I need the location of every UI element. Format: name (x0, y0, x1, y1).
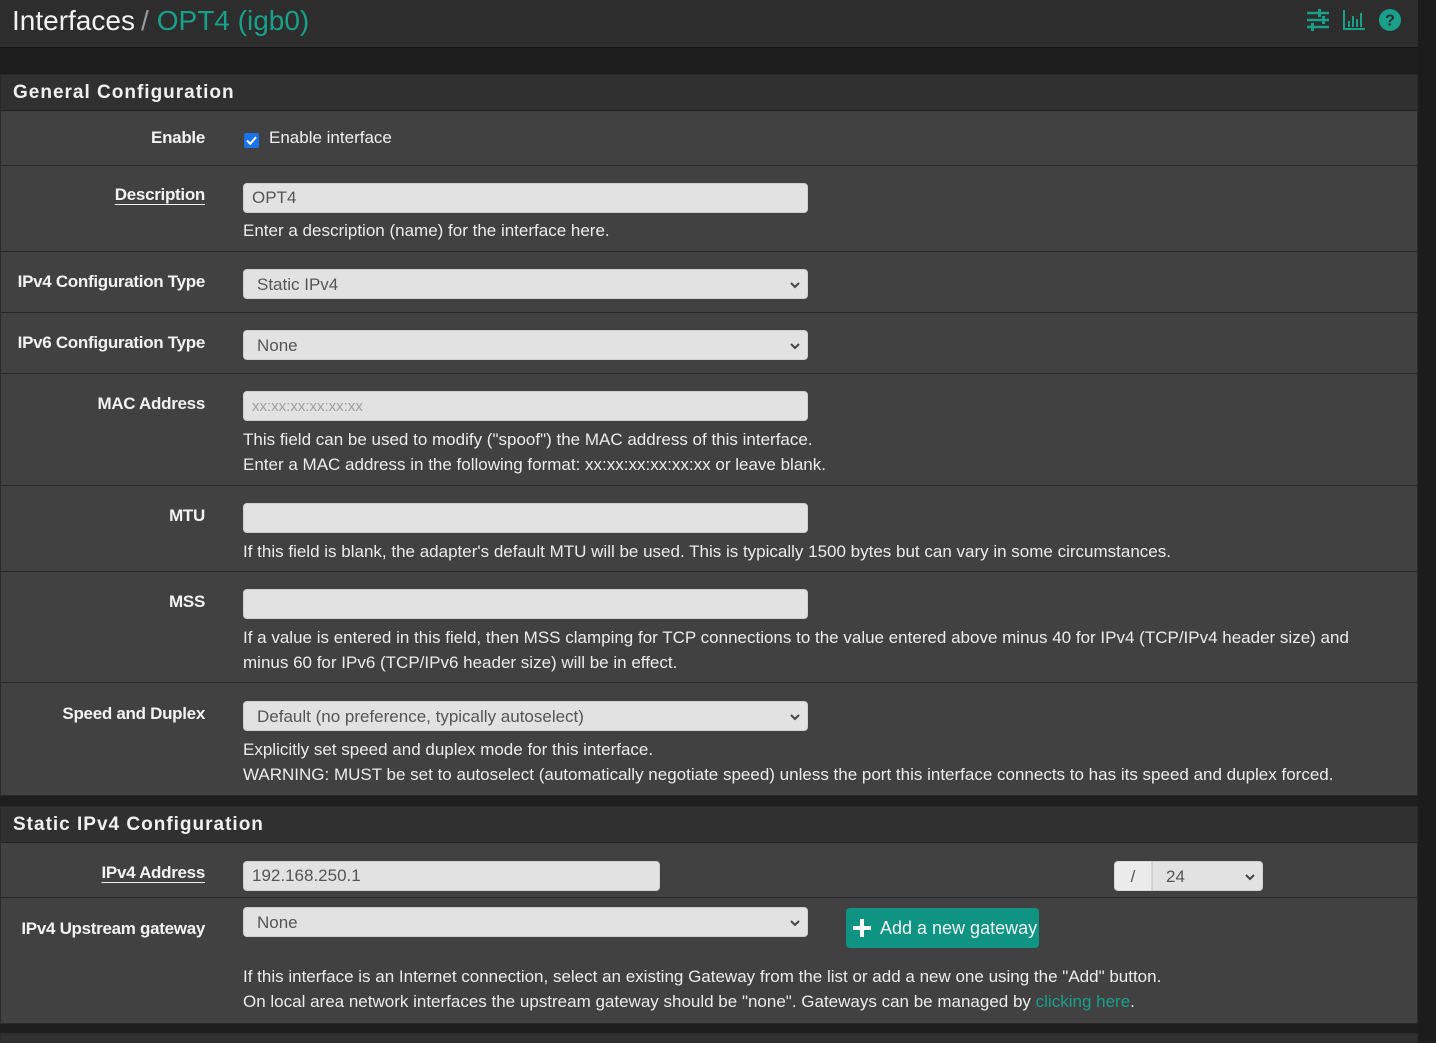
gateway-help-line-1: If this interface is an Internet connect… (243, 967, 1162, 986)
gateway-help-line-2: On local area network interfaces the ups… (243, 989, 1161, 1014)
chevron-down-icon (790, 920, 800, 927)
general-configuration-panel: General Configuration Enable Enable inte… (0, 74, 1418, 796)
ipv6-type-label: IPv6 Configuration Type (17, 333, 206, 352)
speed-duplex-label: Speed and Duplex (62, 704, 205, 723)
ipv4-type-label: IPv4 Configuration Type (17, 272, 206, 291)
ipv4-type-row: IPv4 Configuration Type Static IPv4 (1, 252, 1417, 313)
cidr-mask-select[interactable]: 24 (1152, 861, 1263, 891)
chevron-down-icon (790, 714, 800, 721)
cidr-group: / 24 (1114, 861, 1263, 891)
gateway-help-suffix: . (1130, 992, 1135, 1011)
chevron-down-icon (790, 282, 800, 289)
mtu-input[interactable] (243, 503, 808, 533)
description-help: Enter a description (name) for the inter… (243, 221, 610, 240)
mss-label: MSS (169, 592, 205, 611)
ipv4-address-input[interactable] (243, 861, 660, 891)
plus-icon (853, 919, 871, 937)
ipv4-gateway-label: IPv4 Upstream gateway (21, 919, 205, 938)
breadcrumb-interfaces[interactable]: Interfaces (12, 5, 135, 36)
ipv4-type-value: Static IPv4 (257, 275, 339, 294)
chevron-down-icon (790, 343, 800, 350)
ipv4-gateway-help: If this interface is an Internet connect… (243, 964, 1161, 1014)
enable-checkbox-label[interactable]: Enable interface (269, 128, 392, 148)
breadcrumb-current[interactable]: OPT4 (igb0) (157, 5, 310, 36)
panel-heading: Static IPv4 Configuration (1, 807, 1417, 843)
scrollbar-track[interactable] (1418, 0, 1436, 1040)
mac-address-label: MAC Address (97, 394, 205, 413)
ipv6-type-value: None (257, 336, 298, 355)
cidr-slash: / (1114, 861, 1152, 891)
mtu-help: If this field is blank, the adapter's de… (243, 542, 1171, 561)
speed-duplex-select[interactable]: Default (no preference, typically autose… (243, 701, 808, 731)
description-label[interactable]: Description (1, 185, 206, 205)
enable-checkbox[interactable] (244, 133, 259, 148)
help-icon[interactable]: ? (1378, 8, 1402, 32)
description-row: Description Enter a description (name) f… (1, 166, 1417, 252)
add-gateway-button[interactable]: Add a new gateway (846, 908, 1039, 948)
static-ipv4-panel: Static IPv4 Configuration IPv4 Address /… (0, 806, 1418, 1024)
ipv6-type-select[interactable]: None (243, 330, 808, 360)
ipv4-gateway-value: None (257, 913, 298, 932)
mac-help-line-2: Enter a MAC address in the following for… (243, 455, 826, 474)
mac-help-line-1: This field can be used to modify ("spoof… (243, 430, 813, 449)
ipv4-address-label[interactable]: IPv4 Address (1, 863, 206, 883)
ipv6-type-row: IPv6 Configuration Type None (1, 313, 1417, 374)
description-input[interactable] (243, 183, 808, 213)
page-header: Interfaces / OPT4 (igb0) ? (0, 0, 1418, 48)
mac-address-input[interactable] (243, 391, 808, 421)
gateway-help-text: On local area network interfaces the ups… (243, 992, 1036, 1011)
enable-row: Enable Enable interface (1, 111, 1417, 166)
add-gateway-label: Add a new gateway (880, 918, 1038, 938)
svg-text:?: ? (1385, 13, 1395, 30)
mss-help-line-2: minus 60 for IPv6 (TCP/IPv6 header size)… (243, 653, 678, 672)
cidr-mask-value: 24 (1166, 867, 1185, 886)
mtu-row: MTU If this field is blank, the adapter'… (1, 486, 1417, 572)
mss-row: MSS If a value is entered in this field,… (1, 572, 1417, 683)
bar-chart-icon[interactable] (1342, 8, 1366, 32)
manage-gateways-link[interactable]: clicking here (1036, 992, 1131, 1011)
breadcrumb: Interfaces / OPT4 (igb0) (12, 4, 309, 38)
mss-help: If a value is entered in this field, the… (243, 625, 1349, 675)
chevron-down-icon (1245, 874, 1255, 881)
speed-help-line-1: Explicitly set speed and duplex mode for… (243, 740, 654, 759)
ipv4-gateway-select[interactable]: None (243, 907, 808, 937)
mac-address-row: MAC Address This field can be used to mo… (1, 374, 1417, 486)
breadcrumb-separator: / (140, 5, 149, 36)
next-panel-edge (0, 1033, 1418, 1043)
speed-duplex-help: Explicitly set speed and duplex mode for… (243, 737, 1333, 787)
mtu-label: MTU (169, 506, 205, 525)
mac-address-help: This field can be used to modify ("spoof… (243, 427, 826, 477)
ipv4-gateway-row: IPv4 Upstream gateway None Add a new gat… (1, 898, 1417, 1023)
ipv4-type-select[interactable]: Static IPv4 (243, 269, 808, 299)
panel-heading: General Configuration (1, 75, 1417, 111)
ipv4-address-row: IPv4 Address / 24 (1, 843, 1417, 898)
sliders-icon[interactable] (1306, 8, 1330, 32)
mss-input[interactable] (243, 589, 808, 619)
enable-label: Enable (151, 128, 205, 147)
speed-duplex-row: Speed and Duplex Default (no preference,… (1, 683, 1417, 795)
speed-help-line-2: WARNING: MUST be set to autoselect (auto… (243, 765, 1334, 784)
mss-help-line-1: If a value is entered in this field, the… (243, 628, 1349, 647)
speed-duplex-value: Default (no preference, typically autose… (257, 707, 584, 726)
